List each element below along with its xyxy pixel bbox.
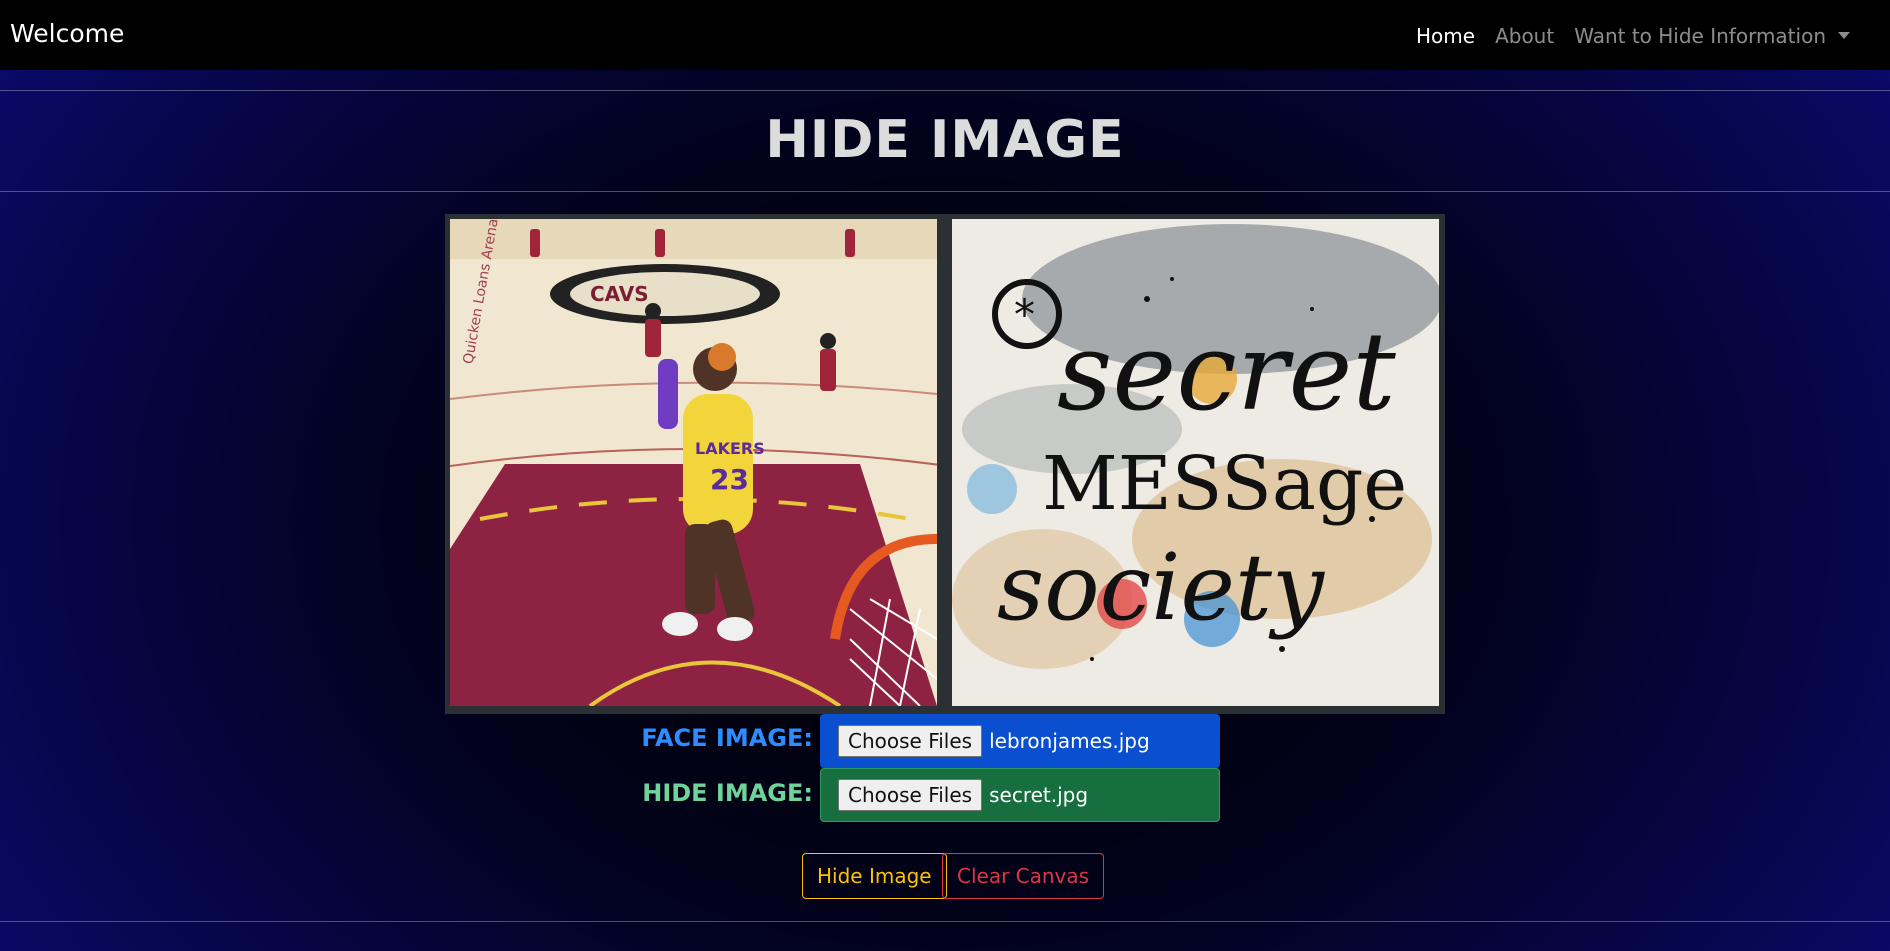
secret-message-society-artwork-icon: * secret MESSage society — [952, 219, 1439, 706]
hide-choose-files-button[interactable]: Choose Files — [838, 779, 983, 811]
svg-text:*: * — [1014, 290, 1035, 339]
face-choose-files-button[interactable]: Choose Files — [838, 725, 983, 757]
hide-image-button[interactable]: Hide Image — [802, 853, 947, 899]
hide-filename: secret.jpg — [989, 783, 1089, 807]
canvas-frame: CAVS Quicken Loans Arena LAKERS 23 * sec… — [445, 214, 1445, 714]
svg-text:23: 23 — [710, 463, 749, 496]
svg-text:LAKERS: LAKERS — [695, 439, 765, 458]
face-image-label: FACE IMAGE: — [641, 724, 813, 752]
divider-bottom — [0, 921, 1890, 922]
divider-title — [0, 191, 1890, 192]
basketball-dunk-photo-icon: CAVS Quicken Loans Arena LAKERS 23 — [450, 219, 937, 706]
svg-text:MESSage: MESSage — [1042, 441, 1407, 527]
navbar: Welcome Home About Want to Hide Informat… — [0, 0, 1890, 70]
face-image-file-input[interactable]: Choose Files lebronjames.jpg — [820, 714, 1220, 768]
caret-down-icon — [1838, 32, 1850, 39]
divider-top — [0, 90, 1890, 91]
face-filename: lebronjames.jpg — [989, 729, 1150, 753]
svg-text:secret: secret — [1057, 310, 1396, 435]
svg-text:CAVS: CAVS — [590, 282, 649, 306]
navbar-brand[interactable]: Welcome — [10, 19, 124, 48]
hide-image-canvas[interactable]: * secret MESSage society — [952, 219, 1439, 706]
face-image-canvas[interactable]: CAVS Quicken Loans Arena LAKERS 23 — [450, 219, 937, 706]
nav-link-about[interactable]: About — [1495, 24, 1554, 48]
nav-links: Home About Want to Hide Information — [1416, 24, 1850, 48]
clear-canvas-button[interactable]: Clear Canvas — [942, 853, 1105, 899]
nav-dropdown-hide-information[interactable]: Want to Hide Information — [1574, 24, 1850, 48]
hide-image-file-input[interactable]: Choose Files secret.jpg — [820, 768, 1220, 822]
page-title: HIDE IMAGE — [765, 110, 1125, 170]
hide-image-label: HIDE IMAGE: — [642, 779, 813, 807]
nav-dropdown-label: Want to Hide Information — [1574, 24, 1826, 48]
svg-text:society: society — [997, 534, 1325, 641]
nav-link-home[interactable]: Home — [1416, 24, 1475, 48]
